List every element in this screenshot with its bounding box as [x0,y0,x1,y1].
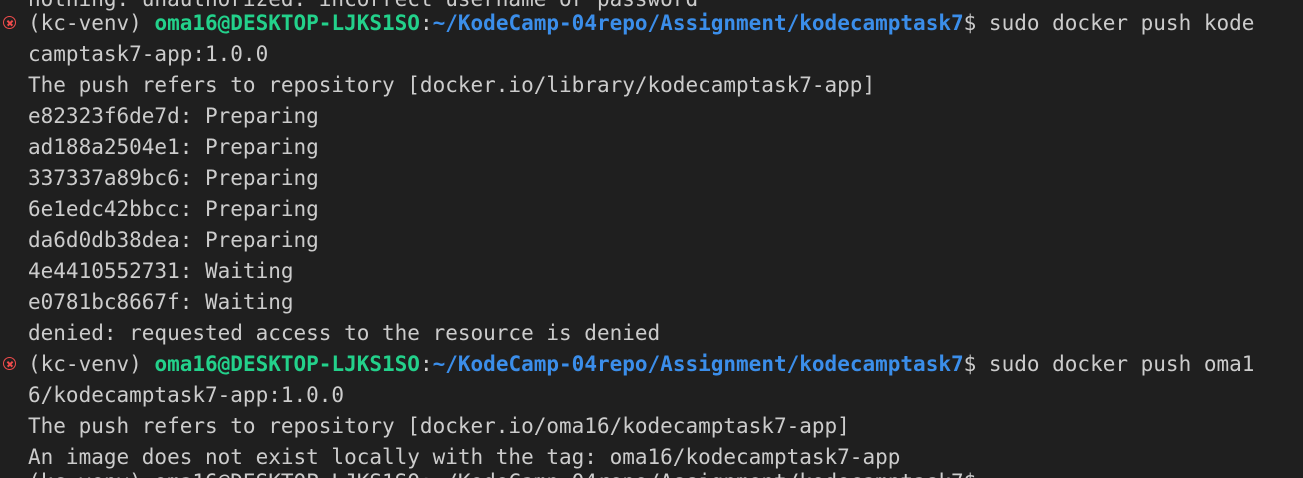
venv-label: (kc-venv) [28,352,155,376]
error-output-line: denied: requested access to the resource… [28,321,661,345]
prompt-colon: : [419,11,433,35]
output-line: e0781bc8667f: Waiting [28,290,294,314]
command-text-wrap: 6/kodecamptask7-app:1.0.0 [28,383,345,407]
error-circle-icon[interactable] [3,16,16,29]
output-line: e82323f6de7d: Preparing [28,104,319,128]
error-circle-icon[interactable] [3,357,16,370]
prompt-colon: : [419,352,433,376]
prompt-line: (kc-venv) oma16@DESKTOP-LJKS1SO:~/KodeCa… [28,349,1254,380]
output-line: 6e1edc42bbcc: Preparing [28,197,319,221]
prompt-line: (kc-venv) oma16@DESKTOP-LJKS1SO:~/KodeCa… [28,8,1254,39]
output-line: The push refers to repository [docker.io… [28,73,876,97]
output-line: The push refers to repository [docker.io… [28,414,850,438]
output-line: 4e4410552731: Waiting [28,259,294,283]
command-text: sudo docker push oma1 [976,352,1255,376]
user-host: oma16@DESKTOP-LJKS1SO [154,11,420,35]
prompt-symbol: $ [963,11,977,35]
command-text: sudo docker push kode [976,11,1255,35]
venv-label: (kc-venv) [28,11,155,35]
output-line: 337337a89bc6: Preparing [28,166,319,190]
user-host: oma16@DESKTOP-LJKS1SO [154,352,420,376]
cwd-path: ~/KodeCamp-04repo/Assignment/kodecamptas… [432,11,964,35]
cwd-path: ~/KodeCamp-04repo/Assignment/kodecamptas… [432,352,964,376]
terminal-line-partial-bottom: (kc-venv) oma16@DESKTOP-LJKS1SO:~/KodeCa… [28,467,976,478]
terminal-window[interactable]: nothing: unauthorized: incorrect usernam… [0,0,1303,478]
output-line: ad188a2504e1: Preparing [28,135,319,159]
output-line: da6d0db38dea: Preparing [28,228,319,252]
prompt-symbol: $ [963,352,977,376]
command-text-wrap: camptask7-app:1.0.0 [28,42,269,66]
